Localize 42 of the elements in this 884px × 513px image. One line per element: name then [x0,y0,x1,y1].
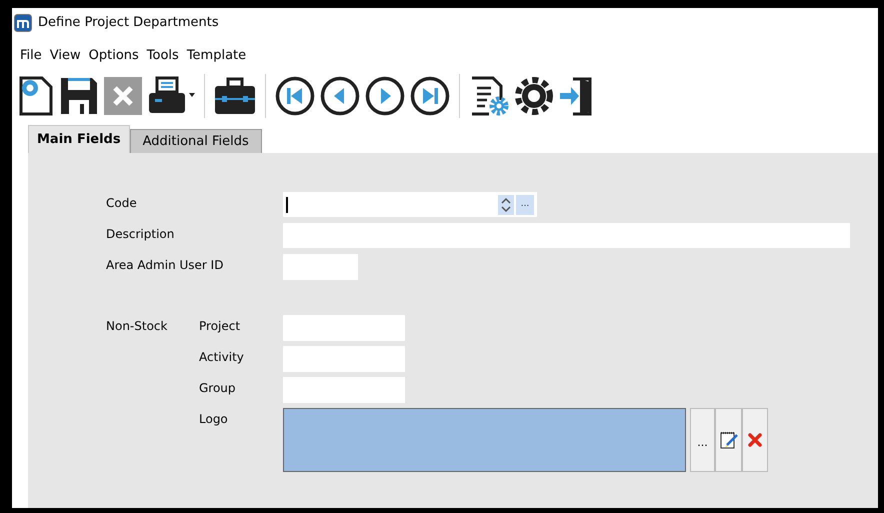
menu-item[interactable]: Tools [146,46,179,66]
notepad-pencil-icon [718,430,738,450]
new-document-icon[interactable] [18,76,54,116]
logo-image-area[interactable] [283,408,686,472]
input-field[interactable] [283,254,358,280]
edit-notepad-button[interactable] [715,408,742,472]
cancel-icon[interactable] [104,77,142,115]
field-label: Project [199,318,242,335]
field-label: Activity [199,349,245,366]
field-label: Group [199,380,237,397]
last-record-icon[interactable] [410,76,450,116]
tab[interactable]: Additional Fields [130,129,262,153]
menu-item[interactable]: File [20,46,42,66]
printer-icon[interactable] [147,76,195,116]
input-field[interactable] [283,223,850,248]
delete-button[interactable] [742,408,768,472]
menu-item[interactable]: Template [186,46,246,66]
spin-arrows-icon[interactable] [498,194,514,214]
field-label: Description [106,226,176,243]
input-field[interactable] [283,346,405,372]
lookup-button[interactable]: ... [516,194,534,214]
next-record-icon[interactable] [365,76,405,116]
tab[interactable]: Main Fields [28,125,130,153]
window-title: Define Project Departments [38,14,219,32]
browse-button[interactable]: ... [690,408,715,472]
briefcase-icon[interactable] [214,77,256,115]
group-label: Non-Stock [106,318,168,335]
save-icon[interactable] [59,76,99,116]
field-label: Logo [199,411,229,428]
code-field[interactable]: ... [283,192,537,217]
field-label: Area Admin User ID [106,257,224,274]
input-field[interactable] [283,377,405,403]
menu-item[interactable]: View [50,46,81,66]
previous-record-icon[interactable] [320,76,360,116]
input-field[interactable] [283,315,405,341]
cross-icon [747,432,763,448]
exit-door-icon[interactable] [559,76,593,116]
first-record-icon[interactable] [275,76,315,116]
menu-item[interactable]: Options [88,46,139,66]
settings-icon[interactable] [514,76,554,116]
field-label: Code [106,195,138,212]
document-settings-icon[interactable] [469,76,509,116]
